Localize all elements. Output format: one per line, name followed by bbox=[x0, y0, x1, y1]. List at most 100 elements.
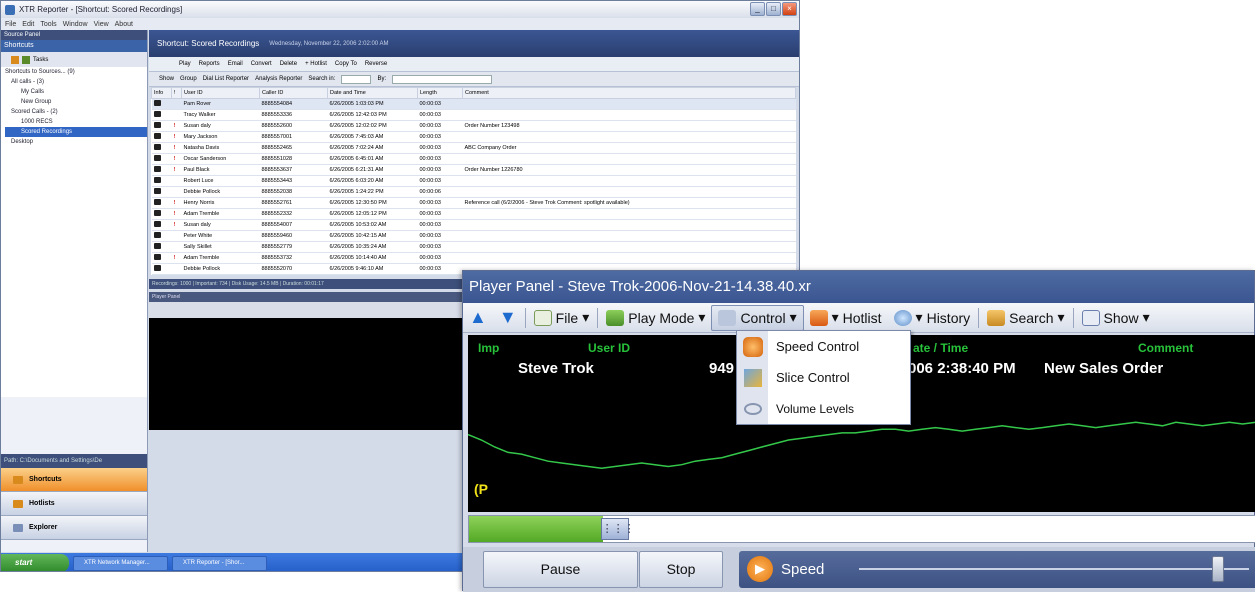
minimize-button[interactable]: _ bbox=[750, 2, 765, 16]
show-menu[interactable]: Show ▾ bbox=[1076, 305, 1156, 331]
table-row[interactable]: ! Susan daly 8885552600 6/26/2005 12:02:02 … bbox=[151, 120, 796, 132]
pause-button[interactable]: Pause bbox=[483, 551, 638, 588]
reverse-button[interactable]: Reverse bbox=[365, 61, 387, 67]
nav-hotlists-button[interactable]: Hotlists bbox=[1, 492, 147, 516]
play-icon[interactable] bbox=[151, 98, 172, 110]
table-row[interactable]: Robert Luce 8885553443 6/26/2005 6:03:20 A… bbox=[151, 175, 796, 187]
volume-levels-icon bbox=[737, 393, 768, 424]
col-comment[interactable]: Comment bbox=[462, 87, 796, 99]
tree-item[interactable]: Desktop bbox=[5, 137, 147, 147]
slice-control-item[interactable]: Slice Control bbox=[737, 362, 910, 393]
speed-control-item[interactable]: Speed Control bbox=[737, 331, 910, 362]
next-button[interactable]: ▼ bbox=[493, 305, 523, 331]
table-row[interactable]: ! Paul Black 8885553637 6/26/2005 6:21:31 A… bbox=[151, 164, 796, 176]
play-mode-menu[interactable]: Play Mode ▾ bbox=[600, 305, 711, 331]
play-icon[interactable] bbox=[151, 186, 172, 198]
table-row[interactable]: Peter White 8885559460 6/26/2005 10:42:15 … bbox=[151, 230, 796, 242]
tree-item[interactable]: Shortcuts to Sources... (9) bbox=[5, 67, 147, 77]
cell-user-id: Tracy Walker bbox=[181, 109, 260, 121]
play-icon[interactable] bbox=[151, 252, 172, 264]
copy-to-button[interactable]: Copy To bbox=[335, 61, 357, 67]
table-row[interactable]: ! Oscar Sanderson 8885551028 6/26/2005 6:45… bbox=[151, 153, 796, 165]
tree-item[interactable]: All calls - (3) bbox=[5, 77, 147, 87]
volume-levels-item[interactable]: Volume Levels bbox=[737, 393, 910, 424]
folder-icon[interactable] bbox=[11, 55, 19, 64]
stop-button[interactable]: Stop bbox=[639, 551, 723, 588]
close-button[interactable]: × bbox=[782, 2, 797, 16]
play-icon[interactable] bbox=[151, 142, 172, 154]
hotlist-menu[interactable]: ▾ Hotlist bbox=[804, 305, 888, 331]
menu-window[interactable]: Window bbox=[63, 21, 88, 28]
delete-button[interactable]: Delete bbox=[280, 61, 297, 67]
play-icon[interactable] bbox=[151, 230, 172, 242]
tree-item[interactable]: New Group bbox=[5, 97, 147, 107]
menu-tools[interactable]: Tools bbox=[40, 21, 56, 28]
play-icon[interactable] bbox=[151, 219, 172, 231]
reports-button[interactable]: Reports bbox=[199, 61, 220, 67]
nav-explorer-button[interactable]: Explorer bbox=[1, 516, 147, 540]
menu-edit[interactable]: Edit bbox=[22, 21, 34, 28]
progress-thumb[interactable]: ⋮⋮⋮ bbox=[600, 518, 635, 540]
col-info[interactable]: Info bbox=[151, 87, 172, 99]
refresh-icon[interactable] bbox=[22, 55, 30, 64]
menu-file[interactable]: File bbox=[5, 21, 16, 28]
speed-slider-knob[interactable] bbox=[1211, 556, 1224, 582]
table-row[interactable]: ! Susan daly 8885554007 6/26/2005 10:53:02 … bbox=[151, 219, 796, 231]
play-icon[interactable] bbox=[151, 109, 172, 121]
table-row[interactable]: ! Mary Jackson 8885557001 6/26/2005 7:45:03… bbox=[151, 131, 796, 143]
table-row[interactable]: Sally Skillet 8885552779 6/26/2005 10:35:2… bbox=[151, 241, 796, 253]
col-user-id[interactable]: User ID bbox=[181, 87, 260, 99]
col-length[interactable]: Length bbox=[417, 87, 463, 99]
maximize-button[interactable]: □ bbox=[766, 2, 781, 16]
history-menu[interactable]: ▾ History bbox=[888, 305, 977, 331]
tasks-menu[interactable]: Tasks bbox=[33, 57, 48, 63]
convert-button[interactable]: Convert bbox=[251, 61, 272, 67]
play-icon[interactable] bbox=[151, 241, 172, 253]
control-menu[interactable]: Control ▾ bbox=[711, 304, 804, 331]
table-row[interactable]: ! Henry Norris 8885552761 6/26/2005 12:30:5… bbox=[151, 197, 796, 209]
tree-item[interactable]: Scored Calls - (2) bbox=[5, 107, 147, 117]
menu-view[interactable]: View bbox=[94, 21, 109, 28]
table-row[interactable]: ! Adam Tremble 8885552332 6/26/2005 12:05:1… bbox=[151, 208, 796, 220]
group-menu[interactable]: Group bbox=[180, 76, 197, 82]
table-row[interactable]: ! Adam Tremble 8885553732 6/26/2005 10:14:4… bbox=[151, 252, 796, 264]
search-menu[interactable]: Search ▾ bbox=[981, 305, 1070, 331]
play-icon[interactable] bbox=[151, 197, 172, 209]
tree-item[interactable]: 1000 RECS bbox=[5, 117, 147, 127]
file-menu[interactable]: File ▾ bbox=[528, 305, 596, 331]
start-button[interactable]: start bbox=[1, 554, 69, 571]
nav-shortcuts-button[interactable]: Shortcuts bbox=[1, 468, 147, 492]
search-input[interactable] bbox=[341, 74, 372, 84]
play-icon[interactable] bbox=[151, 175, 172, 187]
email-button[interactable]: Email bbox=[228, 61, 243, 67]
table-row[interactable]: Debbie Pollock 8885552038 6/26/2005 1:24:2… bbox=[151, 186, 796, 198]
previous-button[interactable]: ▲ bbox=[463, 305, 493, 331]
play-icon[interactable] bbox=[151, 263, 172, 275]
cell-comment bbox=[462, 252, 796, 264]
by-select[interactable] bbox=[392, 74, 493, 84]
col-date-time[interactable]: Date and Time bbox=[327, 87, 418, 99]
dial-list-reporter-button[interactable]: Dial List Reporter bbox=[203, 76, 249, 82]
col-caller-id[interactable]: Caller ID bbox=[259, 87, 328, 99]
col-important[interactable]: ! bbox=[171, 87, 182, 99]
table-row[interactable]: Tracy Walker 8885553336 6/26/2005 12:42:03… bbox=[151, 109, 796, 121]
play-icon[interactable] bbox=[151, 208, 172, 220]
tree-item-selected[interactable]: Scored Recordings bbox=[5, 127, 147, 137]
table-row[interactable]: Pam Rover 8885554084 6/26/2005 1:03:03 PM 0… bbox=[151, 98, 796, 110]
play-icon[interactable] bbox=[151, 131, 172, 143]
taskbar-item[interactable]: XTR Reporter - [Shor... bbox=[172, 555, 267, 571]
play-button[interactable]: Play bbox=[179, 61, 191, 67]
tree-item[interactable]: My Calls bbox=[5, 87, 147, 97]
cell-caller-id: 8885553732 bbox=[259, 252, 328, 264]
taskbar-item[interactable]: XTR Network Manager... bbox=[73, 555, 168, 571]
speed-slider-track[interactable] bbox=[859, 568, 1249, 570]
analysis-reporter-button[interactable]: Analysis Reporter bbox=[255, 76, 302, 82]
play-icon[interactable] bbox=[151, 164, 172, 176]
progress-bar[interactable]: ⋮⋮⋮ bbox=[468, 515, 1255, 543]
menu-about[interactable]: About bbox=[115, 21, 133, 28]
show-menu[interactable]: Show bbox=[159, 76, 174, 82]
hotlist-button[interactable]: + Hotlist bbox=[305, 61, 327, 67]
play-icon[interactable] bbox=[151, 153, 172, 165]
play-icon[interactable] bbox=[151, 120, 172, 132]
table-row[interactable]: ! Natasha Davis 8885552465 6/26/2005 7:02:2… bbox=[151, 142, 796, 154]
